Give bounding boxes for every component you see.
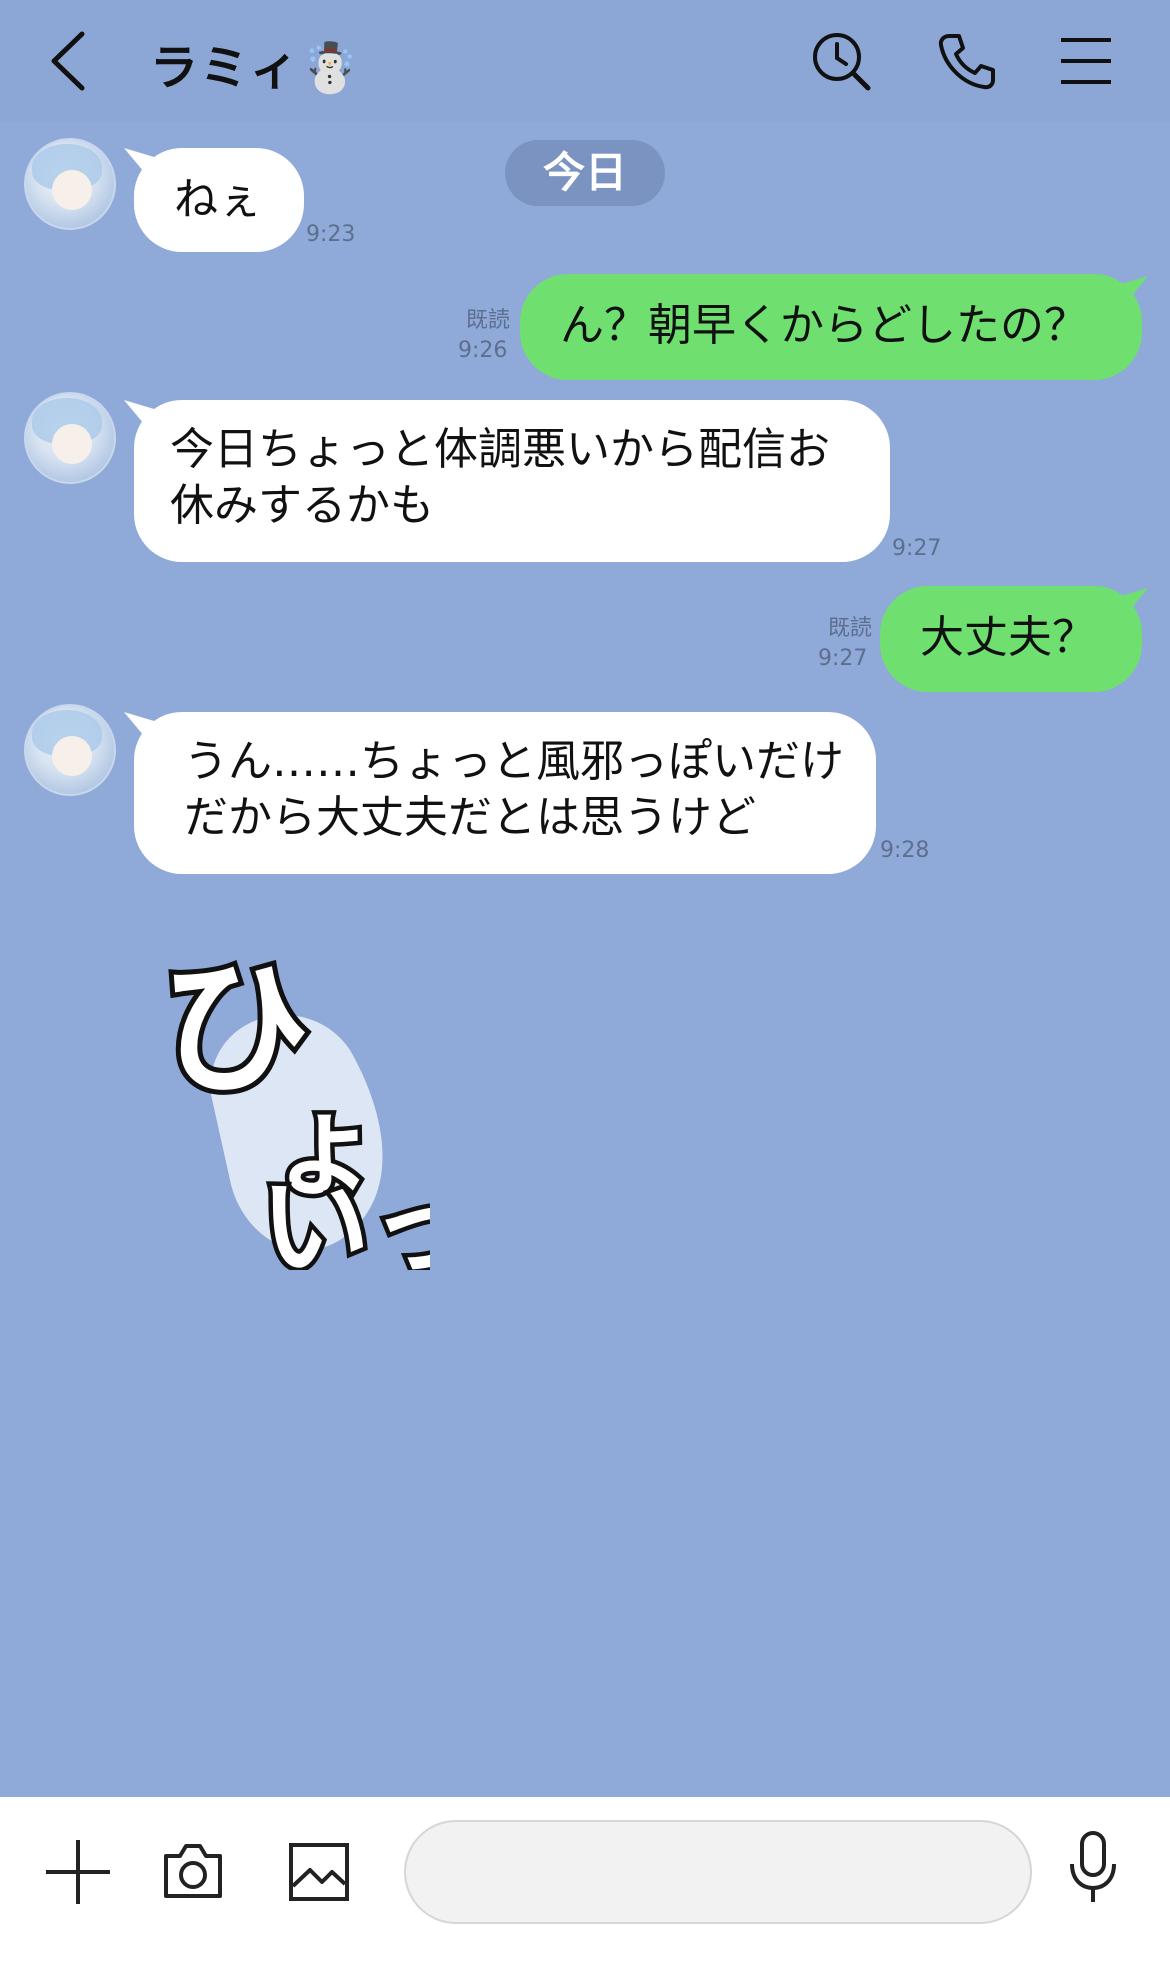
- message-time: 9:27: [892, 536, 942, 561]
- sticker[interactable]: ひ ょ いっ: [150, 937, 485, 1296]
- message-time: 9:28: [880, 838, 930, 863]
- back-icon[interactable]: [44, 30, 94, 92]
- date-separator: 今日: [505, 140, 665, 206]
- camera-icon[interactable]: [162, 1842, 224, 1904]
- message-text: ん？朝早くからどしたの？: [560, 300, 1088, 351]
- search-icon[interactable]: [810, 30, 872, 92]
- read-receipt: 既読: [827, 616, 872, 641]
- message-text: ねぇ: [174, 174, 262, 225]
- read-receipt: 既読: [465, 308, 510, 333]
- plus-icon[interactable]: [46, 1840, 110, 1908]
- avatar[interactable]: [24, 704, 116, 796]
- message-text: 大丈夫？: [920, 612, 1096, 663]
- mic-icon[interactable]: [1066, 1830, 1120, 1908]
- message-bubble-incoming[interactable]: 今日ちょっと体調悪いから配信お休みするかも: [134, 400, 890, 562]
- message-bubble-incoming[interactable]: ねぇ: [134, 148, 304, 252]
- chat-header: ラミィ☃️: [0, 0, 1170, 122]
- menu-icon[interactable]: [1055, 30, 1117, 92]
- message-text: 今日ちょっと体調悪いから配信お休みするかも: [170, 424, 830, 531]
- message-time: 9:26: [458, 338, 508, 363]
- message-bubble-outgoing[interactable]: ん？朝早くからどしたの？: [520, 274, 1142, 380]
- message-bubble-outgoing[interactable]: 大丈夫？: [880, 586, 1142, 692]
- image-icon[interactable]: [288, 1842, 350, 1906]
- phone-icon[interactable]: [935, 30, 997, 92]
- chat-title[interactable]: ラミィ☃️: [150, 28, 362, 98]
- message-time: 9:27: [818, 646, 868, 671]
- avatar[interactable]: [24, 138, 116, 230]
- message-time: 9:23: [306, 222, 356, 247]
- message-text: うん……ちょっと風邪っぽいだけだから大丈夫だとは思うけど: [184, 736, 844, 843]
- sticker-text-3: いっ: [260, 1163, 430, 1270]
- message-input[interactable]: [404, 1820, 1032, 1924]
- avatar[interactable]: [24, 392, 116, 484]
- message-bubble-incoming[interactable]: うん……ちょっと風邪っぽいだけだから大丈夫だとは思うけど: [134, 712, 876, 874]
